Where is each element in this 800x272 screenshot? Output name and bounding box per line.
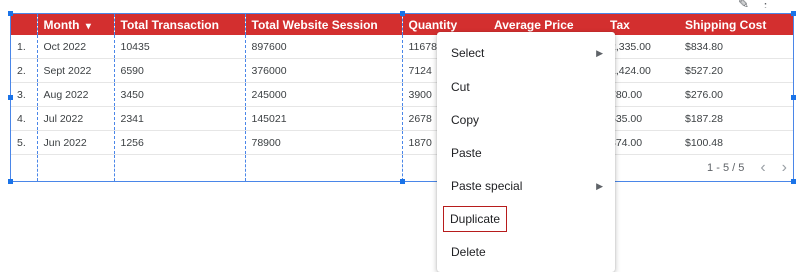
context-menu: Select ▶ Cut Copy Paste Paste special ▶ … [437,32,615,272]
cell-month: Oct 2022 [36,35,114,59]
cell-month: Jul 2022 [36,106,114,131]
table-row: 5. Jun 2022 1256 78900 1870 374.00 $100.… [11,130,793,155]
sort-desc-icon[interactable]: ▾ [86,21,91,32]
cell-transaction: 3450 [113,82,245,107]
menu-item-paste[interactable]: Paste [437,141,615,165]
row-index: 4. [11,106,37,131]
resize-handle-top-right[interactable] [791,11,796,16]
resize-handle-top-center[interactable] [400,11,405,16]
submenu-arrow-icon: ▶ [596,47,603,58]
cell-session: 78900 [244,130,402,155]
menu-item-select[interactable]: Select ▶ [437,41,615,65]
cell-shipping: $276.00 [679,82,793,107]
header-total-transaction[interactable]: Total Transaction [113,14,245,35]
header-total-website-session[interactable]: Total Website Session [244,14,402,35]
menu-item-label: Duplicate [443,206,508,232]
menu-item-label: Select [451,46,485,60]
submenu-arrow-icon: ▶ [596,180,603,191]
cell-transaction: 6590 [113,58,245,83]
cell-tax: 780.00 [604,82,679,107]
next-page-icon[interactable]: › [782,159,787,177]
table-footer-row: 1 - 5 / 5 ‹ › [11,154,793,181]
chart-toolbar: ✎ ⋮ [738,0,772,8]
header-shipping-cost[interactable]: Shipping Cost [679,14,793,35]
cell-month: Sept 2022 [36,58,114,83]
pagination: 1 - 5 / 5 ‹ › [610,159,787,177]
table-row: 3. Aug 2022 3450 245000 3900 780.00 $276… [11,82,793,107]
menu-item-label: Delete [451,245,486,259]
header-index [11,14,37,35]
resize-handle-bottom-left[interactable] [8,179,13,184]
table-row: 2. Sept 2022 6590 376000 7124 1,424.00 $… [11,58,793,83]
row-index: 2. [11,58,37,83]
row-index: 1. [11,35,37,59]
cell-session: 145021 [244,106,402,131]
cell-month: Aug 2022 [36,82,114,107]
row-index: 5. [11,130,37,155]
header-month-label: Month [43,17,80,32]
cell-transaction: 1256 [113,130,245,155]
menu-item-cut[interactable]: Cut [437,75,615,99]
data-table: Month ▾ Total Transaction Total Website … [11,14,793,181]
row-index: 3. [11,82,37,107]
menu-item-label: Copy [451,113,480,127]
header-tax[interactable]: Tax [604,14,679,35]
resize-handle-mid-left[interactable] [8,95,13,100]
table-row: 1. Oct 2022 10435 897600 11678 2,335.00 … [11,35,793,59]
table-chart[interactable]: Month ▾ Total Transaction Total Website … [8,11,796,184]
menu-item-label: Paste [451,146,482,160]
resize-handle-bottom-center[interactable] [400,179,405,184]
resize-handle-top-left[interactable] [8,11,13,16]
more-vert-icon[interactable]: ⋮ [759,0,772,8]
cell-session: 245000 [244,82,402,107]
cell-session: 376000 [244,58,402,83]
table-row: 4. Jul 2022 2341 145021 2678 535.00 $187… [11,106,793,131]
menu-item-delete[interactable]: Delete [437,240,615,264]
cell-session: 897600 [244,35,402,59]
pencil-icon[interactable]: ✎ [738,0,749,8]
cell-transaction: 2341 [113,106,245,131]
cell-shipping: $187.28 [679,106,793,131]
resize-handle-bottom-right[interactable] [791,179,796,184]
cell-tax: 1,424.00 [604,58,679,83]
menu-item-label: Cut [451,80,470,94]
cell-shipping: $527.20 [679,58,793,83]
menu-item-label: Paste special [451,179,523,193]
prev-page-icon[interactable]: ‹ [760,159,765,177]
cell-tax: 2,335.00 [604,35,679,59]
menu-item-paste-special[interactable]: Paste special ▶ [437,174,615,198]
cell-tax: 535.00 [604,106,679,131]
pagination-label: 1 - 5 / 5 [707,162,745,174]
cell-tax: 374.00 [604,130,679,155]
cell-transaction: 10435 [113,35,245,59]
cell-shipping: $100.48 [679,130,793,155]
cell-shipping: $834.80 [679,35,793,59]
cell-month: Jun 2022 [36,130,114,155]
header-month[interactable]: Month ▾ [36,14,114,35]
table-header-row: Month ▾ Total Transaction Total Website … [11,14,793,35]
resize-handle-mid-right[interactable] [791,95,796,100]
menu-item-copy[interactable]: Copy [437,108,615,132]
menu-item-duplicate[interactable]: Duplicate [437,206,615,232]
